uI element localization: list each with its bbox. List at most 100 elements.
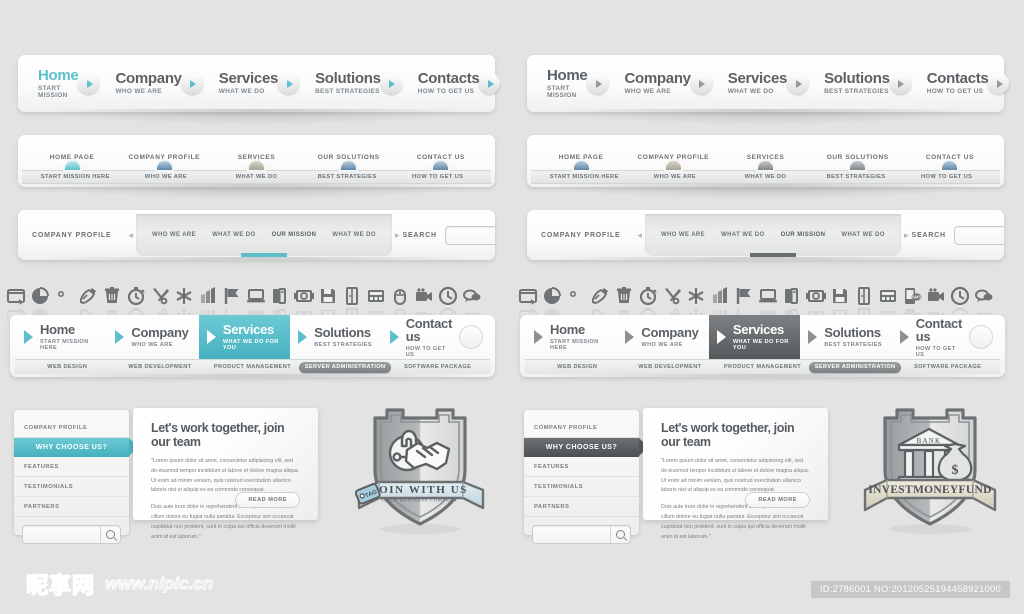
services-subnav-item[interactable]: WEB DESIGN (531, 364, 624, 370)
breadcrumb-top-label[interactable]: OUR SOLUTIONS (303, 154, 395, 161)
stopwatch-icon[interactable] (638, 286, 658, 326)
play-arrow-icon[interactable] (479, 73, 501, 94)
pie-chart-icon[interactable] (30, 286, 50, 326)
bar-chart-icon[interactable] (198, 286, 218, 326)
door-icon[interactable] (342, 286, 362, 326)
breadcrumb-top-label[interactable]: CONTACT US (395, 154, 487, 161)
play-arrow-icon[interactable] (181, 73, 203, 94)
profile-tab[interactable]: WHAT WE DO (332, 232, 376, 238)
breadcrumb-bottom-label[interactable]: WHO WE ARE (121, 174, 212, 180)
calculator-icon[interactable] (878, 286, 898, 323)
asterisk-icon[interactable] (686, 286, 706, 325)
sidebar-search-input[interactable] (533, 526, 610, 543)
services-subnav-item-active[interactable]: SERVER ADMINISTRATION (298, 361, 392, 373)
services-nav-item-home[interactable]: Home START MISSION HERE (16, 315, 107, 359)
circle-button-icon[interactable] (458, 325, 483, 349)
search-input[interactable] (955, 227, 1004, 244)
services-nav-item-company[interactable]: Company WHO WE ARE (617, 315, 708, 359)
breadcrumb-top-label[interactable]: COMPANY PROFILE (627, 154, 719, 161)
sidebar-search-button[interactable] (610, 526, 630, 543)
services-subnav-item[interactable]: PRODUCT MANAGEMENT (716, 364, 809, 370)
stopwatch-icon[interactable] (126, 286, 146, 326)
sidebar-search-input[interactable] (23, 526, 100, 543)
bar-chart-icon[interactable] (710, 286, 730, 326)
sidebar-item-why-choose-us[interactable]: WHY CHOOSE US? (524, 438, 648, 457)
main-nav-bar-gray[interactable]: Home START MISSION Company WHO WE ARE Se… (527, 55, 1010, 125)
laptop-icon[interactable] (246, 286, 266, 324)
breadcrumb-top-label[interactable]: COMPANY PROFILE (118, 154, 210, 161)
clock-icon[interactable] (438, 286, 458, 327)
profile-tab[interactable]: WHAT WE DO (212, 232, 256, 238)
sidebar-search-field[interactable] (532, 525, 631, 544)
main-nav-item-solutions[interactable]: Solutions BEST STRATEGIES (814, 71, 917, 96)
main-nav-item-contacts[interactable]: Contacts HOW TO GET US (408, 71, 507, 96)
trash-bin-icon[interactable] (102, 286, 122, 326)
tools-icon[interactable] (150, 286, 170, 325)
books-icon[interactable] (270, 286, 290, 325)
breadcrumb-bottom-label[interactable]: HOW TO GET US (392, 174, 483, 180)
services-nav-item-company[interactable]: Company WHO WE ARE (107, 315, 198, 359)
film-reel-icon[interactable] (806, 286, 826, 323)
services-nav-item-contact[interactable]: Contact us HOW TO GET US (892, 315, 999, 359)
profile-tab-group[interactable]: WHO WE ARE WHAT WE DO OUR MISSION WHAT W… (644, 214, 901, 257)
books-icon[interactable] (782, 286, 802, 325)
services-subnav-item[interactable]: WEB DEVELOPMENT (624, 364, 717, 370)
sidebar-search-button[interactable] (100, 526, 120, 543)
breadcrumb-top-label[interactable]: SERVICES (210, 154, 302, 161)
door-icon[interactable] (854, 286, 874, 326)
browser-window-icon[interactable] (518, 286, 538, 324)
chevron-right-icon[interactable]: ▸ (901, 230, 912, 241)
profile-tab[interactable]: WHO WE ARE (152, 232, 196, 238)
profile-tab[interactable]: WHAT WE DO (721, 232, 765, 238)
content-sidebar-gray[interactable]: COMPANY PROFILE WHY CHOOSE US? FEATURES … (524, 410, 648, 544)
floppy-disk-icon[interactable] (830, 286, 850, 324)
sidebar-item-testimonials[interactable]: TESTIMONIALS (14, 477, 129, 497)
sidebar-item-features[interactable]: FEATURES (14, 457, 129, 477)
speech-bubbles-icon[interactable] (462, 286, 482, 324)
main-nav-item-company[interactable]: Company WHO WE ARE (105, 71, 208, 96)
tools-icon[interactable] (662, 286, 682, 325)
heart-icon[interactable] (566, 286, 586, 322)
palette-icon[interactable] (590, 286, 610, 325)
services-nav-item-home[interactable]: Home START MISSION HERE (526, 315, 617, 359)
breadcrumb-bottom-label[interactable]: BEST STRATEGIES (302, 174, 393, 180)
main-nav-item-services[interactable]: Services WHAT WE DO (718, 71, 814, 96)
breadcrumb-top-label[interactable]: HOME PAGE (26, 154, 118, 161)
breadcrumb-bottom-label[interactable]: START MISSION HERE (30, 174, 121, 180)
services-subnav-item[interactable]: WEB DEVELOPMENT (114, 364, 207, 370)
floppy-disk-icon[interactable] (318, 286, 338, 324)
breadcrumb-bottom-label[interactable]: HOW TO GET US (901, 174, 992, 180)
search-input[interactable] (446, 227, 495, 244)
play-arrow-icon[interactable] (78, 73, 100, 94)
sidebar-search-field[interactable] (22, 525, 121, 544)
video-camera-icon[interactable] (926, 286, 946, 325)
feather-pen-icon[interactable] (486, 286, 506, 308)
breadcrumb-bottom-label[interactable]: WHO WE ARE (630, 174, 721, 180)
breadcrumb-nav-teal[interactable]: HOME PAGE COMPANY PROFILE SERVICES OUR S… (18, 135, 495, 200)
feather-pen-icon[interactable] (998, 286, 1018, 308)
heart-icon[interactable] (54, 286, 74, 322)
services-subnav-item[interactable]: WEB DESIGN (21, 364, 114, 370)
services-subnav-item[interactable]: SOFTWARE PACKAGE (391, 364, 484, 370)
services-nav-item-services[interactable]: Services WHAT WE DO FOR YOU (198, 315, 291, 359)
main-nav-item-home[interactable]: Home START MISSION (537, 68, 614, 99)
breadcrumb-bottom-label[interactable]: WHAT WE DO (211, 174, 302, 180)
icon-strip-left[interactable] (6, 268, 506, 327)
icon-strip-right[interactable]: SMSSMS (518, 268, 1018, 327)
services-subnav-item-active[interactable]: SERVER ADMINISTRATION (808, 361, 902, 373)
breadcrumb-bottom-label[interactable]: BEST STRATEGIES (811, 174, 902, 180)
breadcrumb-nav-gray[interactable]: HOME PAGE COMPANY PROFILE SERVICES OUR S… (527, 135, 1004, 200)
main-nav-item-home[interactable]: Home START MISSION (28, 68, 105, 99)
profile-tab[interactable]: WHO WE ARE (661, 232, 705, 238)
circle-button-icon[interactable] (968, 325, 993, 349)
breadcrumb-top-label[interactable]: CONTACT US (904, 154, 996, 161)
chevron-left-icon[interactable]: ◂ (125, 230, 136, 241)
search-field-wrapper[interactable] (953, 225, 1004, 245)
services-subnav-item[interactable]: SOFTWARE PACKAGE (901, 364, 994, 370)
play-arrow-icon[interactable] (988, 73, 1010, 94)
main-nav-bar-teal[interactable]: Home START MISSION Company WHO WE ARE Se… (18, 55, 501, 125)
services-nav-bar-teal[interactable]: Home START MISSION HERE Company WHO WE A… (10, 315, 495, 377)
chevron-right-icon[interactable]: ▸ (392, 230, 403, 241)
services-nav-item-services[interactable]: Services WHAT WE DO FOR YOU (708, 315, 801, 359)
profile-search-bar-gray[interactable]: COMPANY PROFILE ◂ WHO WE ARE WHAT WE DO … (527, 210, 1004, 260)
